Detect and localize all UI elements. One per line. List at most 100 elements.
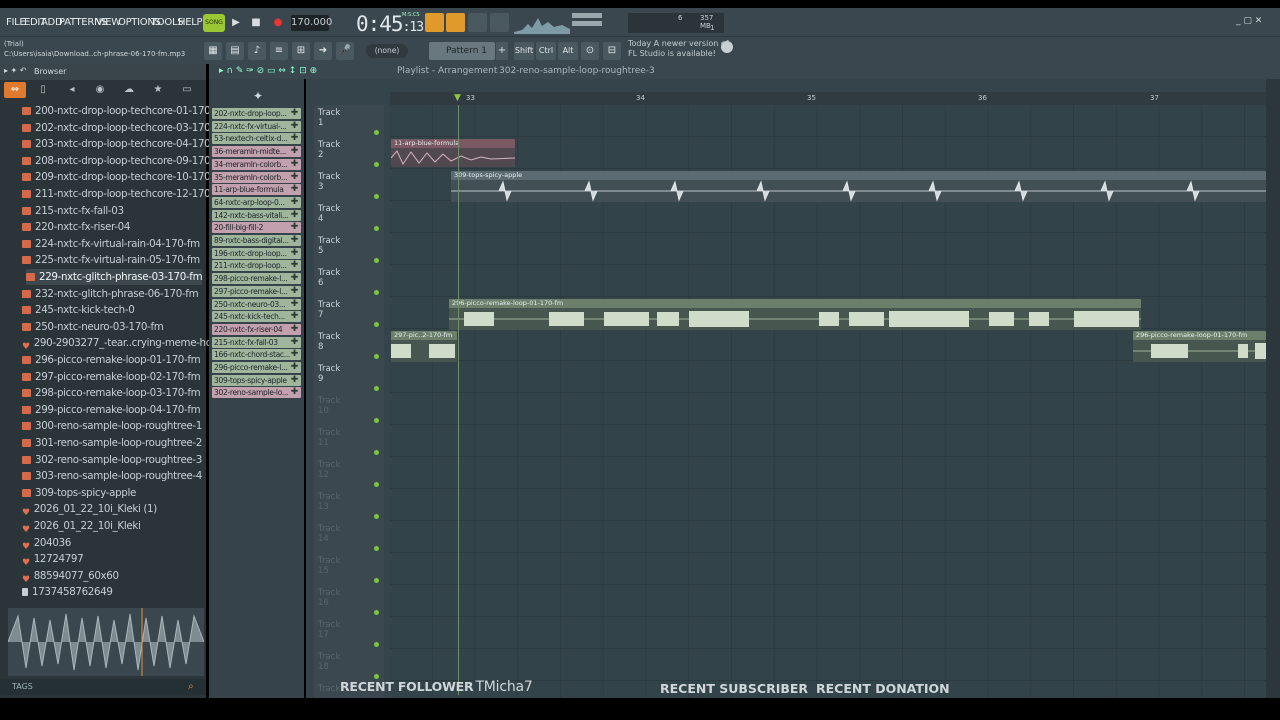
picker-add-icon[interactable]: ✚ <box>291 108 299 119</box>
cart-icon[interactable]: ⊟ <box>603 42 621 60</box>
clip-picco-remake-01[interactable]: 296-picco-remake-loop-01-170-fm <box>449 299 1141 330</box>
news-hint[interactable]: Today A newer version of FL Studio is ava… <box>628 39 729 59</box>
browser-item[interactable]: 202-nxtc-drop-loop-techcore-03-170-fm <box>22 120 227 136</box>
browser-item[interactable]: 296-picco-remake-loop-01-170-fm <box>22 352 201 368</box>
browser-item[interactable]: 232-nxtc-glitch-phrase-06-170-fm <box>22 286 199 302</box>
browser-item[interactable]: 224-nxtc-fx-virtual-rain-04-170-fm <box>22 236 200 252</box>
piano-roll-icon[interactable]: ♪ <box>248 42 266 60</box>
track-label[interactable]: Track 16 <box>318 588 340 608</box>
track-label[interactable]: Track <box>318 684 340 694</box>
picker-add-icon[interactable]: ✚ <box>291 197 299 208</box>
picker-item[interactable]: 211-nxtc-drop-loop... ✚ <box>212 260 301 272</box>
picker-add-icon[interactable]: ✚ <box>291 210 299 221</box>
track-label[interactable]: Track 2 <box>318 140 340 160</box>
volume-slider[interactable] <box>572 13 602 18</box>
browser-item[interactable]: 297-picco-remake-loop-02-170-fm <box>22 369 201 385</box>
track-label[interactable]: Track 6 <box>318 268 340 288</box>
picker-item[interactable]: 220-nxtc-fx-riser-04 ✚ <box>212 323 301 335</box>
picker-add-icon[interactable]: ✚ <box>291 133 299 144</box>
browser-item[interactable]: 309-tops-spicy-apple <box>22 485 136 501</box>
track-label[interactable]: Track 7 <box>318 300 340 320</box>
browser-item[interactable]: ♥ 2026_01_22_10i_Kleki <box>22 518 141 535</box>
track-label[interactable]: Track 18 <box>318 652 340 672</box>
browser-item[interactable]: 211-nxtc-drop-loop-techcore-12-170-fm <box>22 186 227 202</box>
browser-nav-icons[interactable]: ▸ ✦ ↶ <box>4 66 27 75</box>
picker-add-icon[interactable]: ✚ <box>291 337 299 348</box>
track-label[interactable]: Track 8 <box>318 332 340 352</box>
mixer-icon[interactable]: ≡ <box>270 42 288 60</box>
mic-icon[interactable]: 🎤 <box>336 42 354 60</box>
track-label[interactable]: Track 12 <box>318 460 340 480</box>
pitch-slider[interactable] <box>572 21 602 26</box>
picker-add-icon[interactable]: ✚ <box>291 362 299 373</box>
browser-item[interactable]: 302-reno-sample-loop-roughtree-3 <box>22 452 202 468</box>
picker-add-icon[interactable]: ✚ <box>291 273 299 284</box>
picker-item[interactable]: 245-nxtc-kick-tech... ✚ <box>212 311 301 323</box>
tags-bar[interactable]: TAGS <box>0 679 206 695</box>
picker-item[interactable]: 64-nxtc-arp-loop-0... ✚ <box>212 196 301 208</box>
browser-item[interactable]: 250-nxtc-neuro-03-170-fm <box>22 319 164 335</box>
shift-button[interactable]: Shift <box>514 42 534 60</box>
ctrl-button[interactable]: Ctrl <box>536 42 556 60</box>
track-mute-led[interactable] <box>374 386 379 391</box>
tempo-display[interactable]: 170.000 <box>291 15 332 31</box>
browser-item[interactable]: 300-reno-sample-loop-roughtree-1 <box>22 418 202 434</box>
menu-help[interactable]: HELP <box>178 17 203 28</box>
browser-item[interactable]: 225-nxtc-fx-virtual-rain-05-170-fm <box>22 252 200 268</box>
search-icon[interactable]: ⌕ <box>188 681 194 692</box>
track-label[interactable]: Track 9 <box>318 364 340 384</box>
plugin-tab-icon[interactable]: ◂ <box>61 82 83 98</box>
track-label[interactable]: Track 11 <box>318 428 340 448</box>
picker-item[interactable]: 89-nxtc-bass-digital... ✚ <box>212 235 301 246</box>
picker-item[interactable]: 166-nxtc-chord-stac... ✚ <box>212 349 301 361</box>
track-mute-led[interactable] <box>374 194 379 199</box>
browser-item[interactable]: 229-nxtc-glitch-phrase-03-170-fm <box>26 269 203 285</box>
stop-icon[interactable]: ■ <box>248 15 264 31</box>
picker-item[interactable]: 142-nxtc-bass-vitali... ✚ <box>212 209 301 221</box>
pattern-song-icon[interactable] <box>425 13 444 32</box>
track-label[interactable]: Track 5 <box>318 236 340 256</box>
browser-item[interactable]: 1737458762649 <box>22 584 113 600</box>
playlist-icon[interactable]: ▦ <box>204 42 222 60</box>
plugin-icon[interactable]: ⊞ <box>292 42 310 60</box>
picker-item[interactable]: 53-nextech-celtix-d... ✚ <box>212 133 301 145</box>
track-mute-led[interactable] <box>374 482 379 487</box>
picker-item[interactable]: 196-nxtc-drop-loop... ✚ <box>212 247 301 259</box>
track-mute-led[interactable] <box>374 514 379 519</box>
picker-item[interactable]: 298-picco-remake-l... ✚ <box>212 273 301 285</box>
track-label[interactable]: Track 1 <box>318 108 340 128</box>
picker-add-icon[interactable]: ✚ <box>291 387 299 398</box>
picker-item[interactable]: 215-nxtc-fx-fall-03 ✚ <box>212 336 301 348</box>
picker-add-icon[interactable]: ✚ <box>291 311 299 322</box>
picker-add-icon[interactable]: ✚ <box>291 375 299 386</box>
track-label[interactable]: Track 15 <box>318 556 340 576</box>
picker-item[interactable]: 202-nxtc-drop-loop... ✚ <box>212 108 301 119</box>
track-mute-led[interactable] <box>374 130 379 135</box>
picker-add-icon[interactable]: ✚ <box>291 222 299 233</box>
picker-item[interactable]: 224-nxtc-fx-virtual-... ✚ <box>212 120 301 132</box>
channel-rack-icon[interactable]: ▤ <box>226 42 244 60</box>
file-tab-icon[interactable]: ▯ <box>32 82 54 98</box>
track-mute-led[interactable] <box>374 162 379 167</box>
browser-item[interactable]: 303-reno-sample-loop-roughtree-4 <box>22 468 202 484</box>
browser-item[interactable]: 203-nxtc-drop-loop-techcore-04-170-fm <box>22 136 227 152</box>
cloud-tab-icon[interactable]: ☁ <box>118 82 140 98</box>
picker-item[interactable]: 36-meramIn-midte... ✚ <box>212 146 301 158</box>
picker-item[interactable]: 302-reno-sample-lo... ✚ <box>212 387 301 399</box>
picker-item[interactable]: 297-picco-remake-l... ✚ <box>212 285 301 297</box>
browser-item[interactable]: ♥ 12724797 <box>22 551 84 568</box>
picker-add-icon[interactable]: ✚ <box>291 349 299 360</box>
play-icon[interactable]: ▶ <box>228 15 244 31</box>
track-mute-led[interactable] <box>374 642 379 647</box>
picker-add-icon[interactable]: ✚ <box>291 184 299 195</box>
browser-item[interactable]: ♥ 88594077_60x60 <box>22 568 119 585</box>
clip-arp-blue-formula[interactable]: 11-arp-blue-formula <box>391 139 515 167</box>
track-mute-led[interactable] <box>374 226 379 231</box>
arrow-icon[interactable]: ➜ <box>314 42 332 60</box>
clip-picco-remake-02[interactable]: 297-pic..2-170-fm <box>391 331 457 362</box>
browser-item[interactable]: 301-reno-sample-loop-roughtree-2 <box>22 435 202 451</box>
picker-add-icon[interactable]: ✚ <box>291 159 299 170</box>
track-mute-led[interactable] <box>374 322 379 327</box>
picker-add-icon[interactable]: ✦ <box>253 89 263 103</box>
track-mute-led[interactable] <box>374 418 379 423</box>
